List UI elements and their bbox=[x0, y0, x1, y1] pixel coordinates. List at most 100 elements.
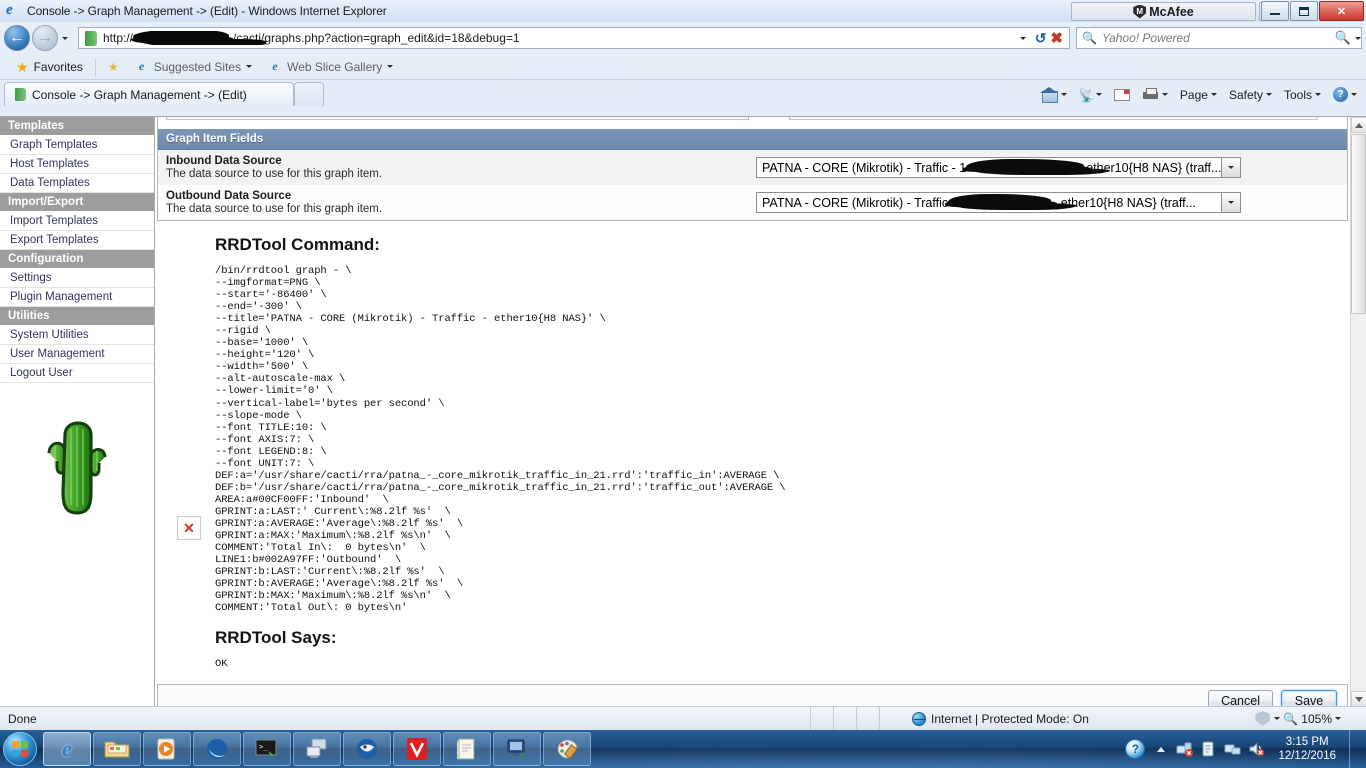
new-tab-button[interactable] bbox=[294, 82, 324, 106]
title-bar: e Console -> Graph Management -> (Edit) … bbox=[0, 0, 1366, 22]
field-description: Outbound Data Source The data source to … bbox=[166, 190, 756, 215]
close-button[interactable]: ✕ bbox=[1319, 1, 1364, 21]
taskbar-clock[interactable]: 3:15 PM 12/12/2016 bbox=[1272, 735, 1342, 763]
window-controls: ✕ bbox=[1261, 1, 1364, 21]
zoom-level-indicator[interactable]: 🔍 105% bbox=[1283, 712, 1332, 726]
security-zone-indicator[interactable]: Internet | Protected Mode: On bbox=[902, 711, 1099, 726]
sidebar-group-utilities: Utilities System Utilities User Manageme… bbox=[0, 307, 154, 383]
page-menu-button[interactable]: Page bbox=[1175, 86, 1222, 104]
web-slice-gallery-button[interactable]: e Web Slice Gallery bbox=[260, 56, 401, 78]
sidebar-item-data-templates[interactable]: Data Templates bbox=[0, 174, 154, 193]
inbound-data-source-select[interactable]: PATNA - CORE (Mikrotik) - Traffic - 1 eth… bbox=[756, 157, 1241, 178]
scroll-down-button[interactable] bbox=[1351, 691, 1366, 706]
help-icon: ? bbox=[1333, 87, 1348, 102]
print-button[interactable] bbox=[1137, 86, 1173, 104]
minimize-button[interactable] bbox=[1261, 1, 1289, 21]
show-desktop-button[interactable] bbox=[1349, 730, 1360, 768]
network-disconnected-icon[interactable] bbox=[1176, 741, 1194, 758]
taskbar-media-player[interactable] bbox=[143, 732, 191, 766]
help-icon[interactable]: ? bbox=[1125, 739, 1146, 759]
taskbar-blue-app[interactable] bbox=[193, 732, 241, 766]
taskbar-app-buttons: e >_ $ bbox=[43, 732, 591, 766]
tools-menu-button[interactable]: Tools bbox=[1279, 86, 1326, 104]
taskbar-remote-desktop[interactable] bbox=[293, 732, 341, 766]
sidebar-item-export-templates[interactable]: Export Templates bbox=[0, 231, 154, 250]
rrdtool-command-heading: RRDTool Command: bbox=[215, 235, 380, 254]
sidebar-item-import-templates[interactable]: Import Templates bbox=[0, 212, 154, 231]
suggested-sites-button[interactable]: e Suggested Sites bbox=[127, 56, 260, 78]
tab-graph-management[interactable]: Console -> Graph Management -> (Edit) bbox=[4, 82, 294, 106]
safety-menu-button[interactable]: Safety bbox=[1224, 86, 1277, 104]
star-icon: ★ bbox=[16, 58, 29, 75]
system-tray: ? 3:15 PM 12/12/2016 bbox=[1125, 730, 1366, 768]
sidebar-item-plugin-management[interactable]: Plugin Management bbox=[0, 288, 154, 307]
search-submit-icon[interactable]: 🔍 bbox=[1335, 30, 1351, 46]
chevron-down-icon bbox=[246, 65, 253, 68]
taskbar-internet-explorer[interactable]: e bbox=[43, 732, 91, 766]
taskbar-paint[interactable] bbox=[543, 732, 591, 766]
sidebar-item-logout-user[interactable]: Logout User bbox=[0, 364, 154, 383]
page-scrollbar-vertical[interactable] bbox=[1350, 117, 1366, 706]
stop-icon[interactable]: ✖ bbox=[1050, 29, 1063, 47]
window-title: Console -> Graph Management -> (Edit) - … bbox=[27, 4, 387, 18]
cancel-button[interactable]: Cancel bbox=[1208, 689, 1273, 706]
vivaldi-icon bbox=[407, 738, 427, 760]
outbound-data-source-select[interactable]: PATNA - CORE (Mikrotik) - Traffic - ethe… bbox=[756, 192, 1241, 213]
home-button[interactable] bbox=[1036, 85, 1072, 104]
navigation-bar: ← → http:// /cacti/graphs.php?action=grap… bbox=[0, 22, 1366, 54]
page-menu-label: Page bbox=[1179, 87, 1208, 102]
sidebar-item-settings[interactable]: Settings bbox=[0, 269, 154, 288]
maximize-button[interactable] bbox=[1290, 1, 1318, 21]
select-chevron-down-icon[interactable] bbox=[1221, 158, 1240, 177]
printer-icon bbox=[1142, 87, 1159, 102]
taskbar-notepad[interactable] bbox=[443, 732, 491, 766]
chevron-down-icon bbox=[1210, 93, 1217, 96]
taskbar-network-app[interactable]: $ bbox=[493, 732, 541, 766]
read-mail-button[interactable] bbox=[1109, 87, 1135, 103]
field-control: PATNA - CORE (Mikrotik) - Traffic - 1 eth… bbox=[756, 155, 1339, 178]
chevron-down-icon[interactable] bbox=[1274, 717, 1281, 720]
network-icon[interactable] bbox=[1224, 741, 1241, 758]
redacted-value bbox=[966, 159, 1086, 174]
sidebar-item-system-utilities[interactable]: System Utilities bbox=[0, 326, 154, 345]
sidebar-item-graph-templates[interactable]: Graph Templates bbox=[0, 136, 154, 155]
sidebar-item-user-management[interactable]: User Management bbox=[0, 345, 154, 364]
save-button[interactable]: Save bbox=[1281, 689, 1337, 706]
mcafee-label: McAfee bbox=[1149, 4, 1194, 19]
feeds-button[interactable]: 📡 bbox=[1074, 86, 1107, 104]
start-button[interactable] bbox=[3, 732, 37, 766]
forward-button[interactable]: → bbox=[32, 25, 58, 51]
back-button[interactable]: ← bbox=[4, 25, 30, 51]
address-bar[interactable]: http:// /cacti/graphs.php?action=graph_ed… bbox=[78, 27, 1070, 49]
help-menu-button[interactable]: ? bbox=[1328, 85, 1362, 104]
select-chevron-down-icon[interactable] bbox=[1221, 193, 1240, 212]
sidebar-header-utilities: Utilities bbox=[0, 307, 154, 326]
search-box[interactable]: 🔍 Yahoo! Powered 🔍 bbox=[1076, 27, 1362, 49]
add-to-favorites-bar-button[interactable]: ★ bbox=[100, 56, 127, 78]
volume-muted-icon[interactable] bbox=[1248, 741, 1265, 758]
refresh-icon[interactable]: ↺ bbox=[1035, 30, 1047, 47]
favorites-button[interactable]: ★ Favorites bbox=[8, 56, 91, 78]
chevron-down-icon bbox=[387, 65, 394, 68]
zoom-chevron-down-icon[interactable] bbox=[1335, 717, 1341, 720]
rrdtool-says-text: OK bbox=[215, 658, 228, 671]
resize-grip[interactable] bbox=[1344, 712, 1358, 726]
taskbar-vivaldi[interactable] bbox=[393, 732, 441, 766]
sidebar-header-import-export: Import/Export bbox=[0, 193, 154, 212]
taskbar-file-explorer[interactable] bbox=[93, 732, 141, 766]
scroll-up-button[interactable] bbox=[1351, 117, 1366, 133]
recent-pages-button[interactable] bbox=[58, 36, 72, 40]
search-provider-chevron-icon[interactable] bbox=[1355, 36, 1361, 40]
chevron-down-icon bbox=[1019, 36, 1026, 40]
sidebar-item-host-templates[interactable]: Host Templates bbox=[0, 155, 154, 174]
scrollbar-thumb[interactable] bbox=[1351, 134, 1366, 314]
address-dropdown-button[interactable] bbox=[1015, 36, 1031, 40]
chevron-down-icon bbox=[1351, 93, 1357, 96]
taskbar-terminal[interactable]: >_ bbox=[243, 732, 291, 766]
action-center-icon[interactable] bbox=[1200, 741, 1217, 758]
field-control: PATNA - CORE (Mikrotik) - Traffic - ethe… bbox=[756, 190, 1339, 213]
rss-icon: 📡 bbox=[1078, 87, 1096, 103]
show-hidden-icons-button[interactable] bbox=[1152, 741, 1169, 758]
mcafee-toolbar-button[interactable]: McAfee bbox=[1071, 2, 1256, 21]
taskbar-thunderbird[interactable] bbox=[343, 732, 391, 766]
